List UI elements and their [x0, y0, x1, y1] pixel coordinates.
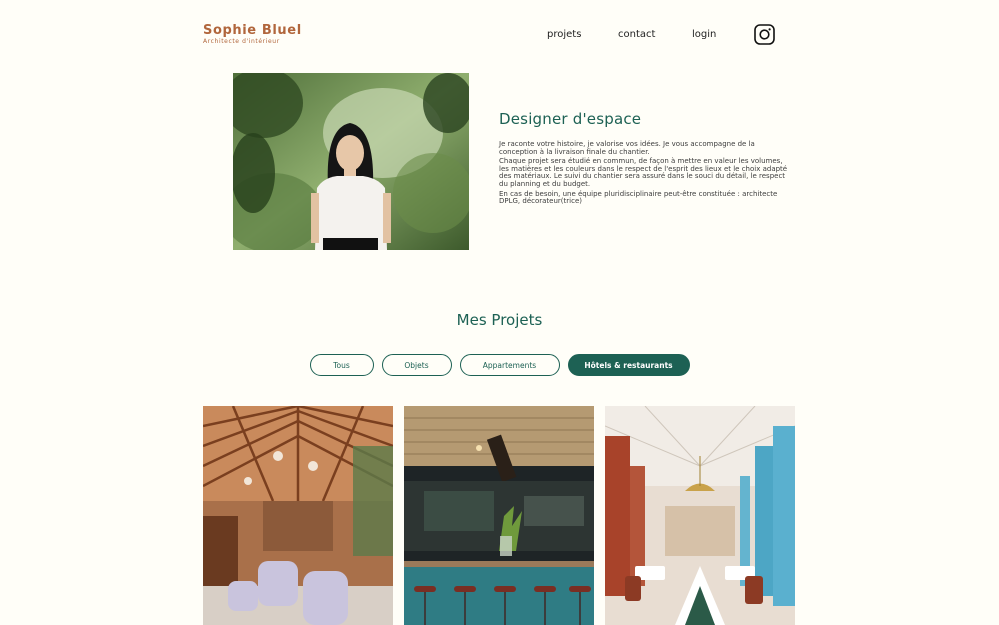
instagram-icon[interactable] [754, 24, 775, 45]
intro-paragraph: Je raconte votre histoire, je valorise v… [499, 140, 755, 156]
nav-login[interactable]: login [692, 29, 716, 40]
profile-photo [233, 73, 469, 250]
nav-projets[interactable]: projets [547, 29, 581, 40]
projects-title: Mes Projets [456, 311, 543, 329]
nav-contact[interactable]: contact [618, 29, 655, 40]
filter-appartements[interactable]: Appartements [459, 354, 560, 376]
project-card[interactable] [203, 406, 393, 625]
filter-objets[interactable]: Objets [381, 354, 452, 376]
project-gallery [203, 406, 796, 625]
intro-title: Designer d'espace [499, 110, 642, 128]
logo-subtitle: Architecte d'intérieur [203, 38, 280, 45]
filter-bar: Tous Objets Appartements Hôtels & restau… [0, 354, 999, 376]
project-card[interactable] [605, 406, 795, 625]
project-card[interactable] [404, 406, 594, 625]
intro-paragraph: En cas de besoin, une équipe pluridiscip… [499, 189, 778, 206]
logo-name: Sophie Bluel [203, 23, 302, 38]
logo[interactable]: Sophie Bluel Architecte d'intérieur [203, 23, 302, 46]
filter-hotels-restaurants[interactable]: Hôtels & restaurants [567, 354, 690, 376]
intro-text: Je raconte votre histoire, je valorise v… [499, 140, 794, 208]
intro-paragraph: Chaque projet sera étudié en commun, de … [499, 157, 788, 188]
filter-tous[interactable]: Tous [309, 354, 374, 376]
